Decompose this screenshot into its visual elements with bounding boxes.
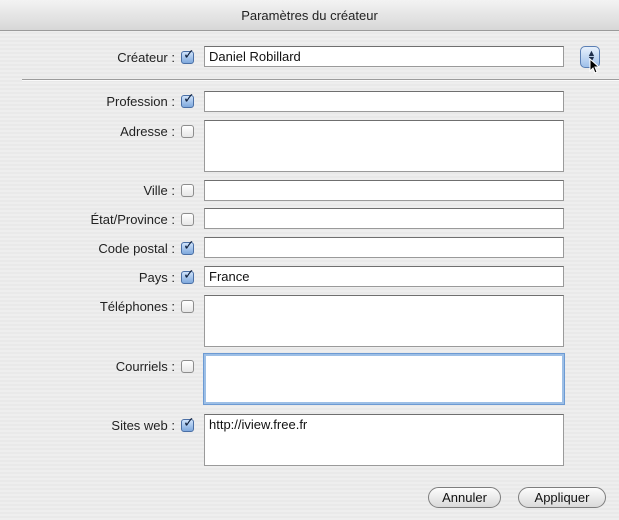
profession-field[interactable] [204, 91, 564, 112]
sites-web-field[interactable]: http://iview.free.fr [204, 414, 564, 466]
profession-checkbox[interactable] [181, 91, 195, 108]
createur-field[interactable]: Daniel Robillard [204, 46, 564, 67]
adresse-label: Adresse : [120, 124, 175, 139]
pays-checkbox[interactable] [181, 267, 195, 284]
createur-checkbox[interactable] [181, 47, 195, 64]
code-postal-field[interactable] [204, 237, 564, 258]
etat-province-field[interactable] [204, 208, 564, 229]
courriels-field[interactable] [204, 354, 564, 404]
creator-settings-dialog: Paramètres du créateur Créateur : Daniel… [0, 0, 619, 520]
courriels-checkbox[interactable] [181, 360, 194, 373]
pays-field[interactable]: France [204, 266, 564, 287]
ville-checkbox[interactable] [181, 184, 194, 197]
etat-province-label: État/Province : [90, 212, 175, 227]
code-postal-checkbox[interactable] [181, 238, 195, 255]
adresse-checkbox[interactable] [181, 125, 194, 138]
courriels-label: Courriels : [115, 359, 175, 374]
apply-button[interactable]: Appliquer [518, 487, 606, 508]
window-title: Paramètres du créateur [0, 0, 619, 31]
pointer-cursor-icon [589, 58, 601, 74]
createur-label: Créateur : [117, 50, 175, 65]
telephones-label: Téléphones : [99, 299, 175, 314]
ville-field[interactable] [204, 180, 564, 201]
sites-web-checkbox[interactable] [181, 415, 195, 432]
etat-province-checkbox[interactable] [181, 213, 194, 226]
sites-web-label: Sites web : [111, 418, 175, 433]
cancel-button[interactable]: Annuler [428, 487, 501, 508]
ville-label: Ville : [143, 183, 175, 198]
profession-label: Profession : [106, 94, 175, 109]
pays-label: Pays : [138, 270, 175, 285]
telephones-field[interactable] [204, 295, 564, 347]
separator [22, 79, 619, 81]
code-postal-label: Code postal : [98, 241, 175, 256]
telephones-checkbox[interactable] [181, 300, 194, 313]
adresse-field[interactable] [204, 120, 564, 172]
